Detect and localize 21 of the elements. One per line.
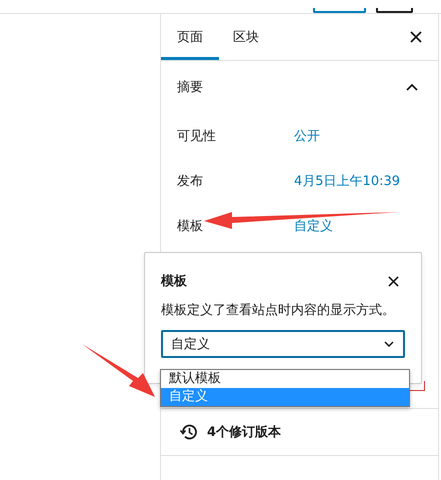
setting-link[interactable]: 自定义 xyxy=(294,216,333,234)
chevron-down-icon xyxy=(384,341,394,347)
setting-link[interactable]: 4月5日上午10:39 xyxy=(294,172,400,190)
popover-title: 模板 xyxy=(161,273,187,290)
dropdown-option[interactable]: 默认模板 xyxy=(161,370,409,388)
field-label: 模板 xyxy=(177,218,204,234)
close-icon[interactable] xyxy=(410,31,422,43)
close-icon[interactable] xyxy=(388,276,399,286)
chevron-up-icon[interactable] xyxy=(406,83,418,91)
tab[interactable]: 区块 xyxy=(219,14,273,60)
publish-button[interactable] xyxy=(313,8,366,13)
field-label: 发布 xyxy=(177,172,204,190)
history-icon xyxy=(179,422,199,442)
setting-link[interactable]: 公开 xyxy=(294,126,320,144)
revisions-link[interactable]: 4个修订版本 xyxy=(207,423,282,441)
panel-title: 摘要 xyxy=(177,79,203,96)
toolbar-button[interactable] xyxy=(376,8,413,13)
template-select[interactable]: 自定义 xyxy=(161,330,405,358)
description-text: 模板定义了查看站点时内容的显示方式。 xyxy=(161,302,396,320)
field-label: 可见性 xyxy=(177,128,217,144)
tab[interactable]: 页面 xyxy=(161,14,219,60)
